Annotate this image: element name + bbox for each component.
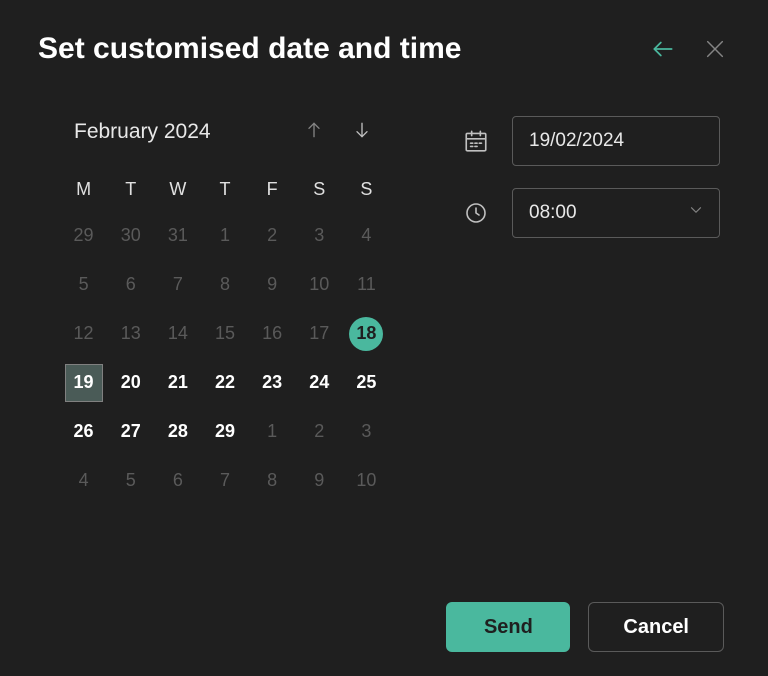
calendar-day: 4	[60, 456, 107, 505]
day-of-week-header: S	[296, 167, 343, 211]
calendar-day[interactable]: 27	[107, 407, 154, 456]
day-of-week-header: T	[201, 167, 248, 211]
calendar-day: 14	[154, 309, 201, 358]
send-button[interactable]: Send	[446, 602, 570, 652]
calendar-day: 2	[296, 407, 343, 456]
calendar-day[interactable]: 26	[60, 407, 107, 456]
arrow-left-icon	[650, 36, 676, 62]
dialog-title: Set customised date and time	[38, 32, 461, 66]
calendar-day: 10	[296, 260, 343, 309]
calendar: February 2024 MTWTFSS2930311234567891011…	[60, 116, 390, 505]
calendar-day: 16	[249, 309, 296, 358]
date-input[interactable]: 19/02/2024	[512, 116, 720, 166]
day-of-week-header: T	[107, 167, 154, 211]
calendar-day[interactable]: 28	[154, 407, 201, 456]
calendar-day: 17	[296, 309, 343, 358]
close-button[interactable]	[704, 38, 726, 60]
calendar-day[interactable]: 23	[249, 358, 296, 407]
calendar-day: 8	[201, 260, 248, 309]
time-select[interactable]: 08:00	[512, 188, 720, 238]
calendar-day[interactable]: 22	[201, 358, 248, 407]
calendar-day[interactable]: 24	[296, 358, 343, 407]
calendar-day[interactable]: 18	[343, 309, 390, 358]
calendar-day: 9	[249, 260, 296, 309]
calendar-day: 3	[343, 407, 390, 456]
date-value: 19/02/2024	[529, 130, 624, 152]
calendar-day: 1	[249, 407, 296, 456]
calendar-day: 29	[60, 211, 107, 260]
day-of-week-header: F	[249, 167, 296, 211]
calendar-day: 10	[343, 456, 390, 505]
calendar-day: 13	[107, 309, 154, 358]
calendar-day: 12	[60, 309, 107, 358]
cancel-button[interactable]: Cancel	[588, 602, 724, 652]
calendar-day: 30	[107, 211, 154, 260]
clock-icon	[462, 201, 490, 225]
time-value: 08:00	[529, 202, 577, 224]
calendar-day: 8	[249, 456, 296, 505]
calendar-day[interactable]: 19	[60, 358, 107, 407]
prev-month-button[interactable]	[300, 116, 328, 147]
calendar-day: 2	[249, 211, 296, 260]
calendar-day: 5	[107, 456, 154, 505]
arrow-up-icon	[304, 120, 324, 140]
calendar-day[interactable]: 20	[107, 358, 154, 407]
calendar-day: 15	[201, 309, 248, 358]
calendar-day: 11	[343, 260, 390, 309]
calendar-day: 9	[296, 456, 343, 505]
calendar-day: 7	[154, 260, 201, 309]
calendar-day: 4	[343, 211, 390, 260]
calendar-day: 5	[60, 260, 107, 309]
calendar-day[interactable]: 29	[201, 407, 248, 456]
month-label[interactable]: February 2024	[74, 120, 211, 144]
chevron-down-icon	[687, 201, 705, 225]
close-icon	[704, 38, 726, 60]
arrow-down-icon	[352, 120, 372, 140]
calendar-day: 1	[201, 211, 248, 260]
day-of-week-header: M	[60, 167, 107, 211]
calendar-day: 31	[154, 211, 201, 260]
day-of-week-header: S	[343, 167, 390, 211]
next-month-button[interactable]	[348, 116, 376, 147]
calendar-day: 3	[296, 211, 343, 260]
calendar-icon	[462, 128, 490, 154]
calendar-day: 6	[154, 456, 201, 505]
calendar-day[interactable]: 21	[154, 358, 201, 407]
calendar-day: 7	[201, 456, 248, 505]
day-of-week-header: W	[154, 167, 201, 211]
calendar-day[interactable]: 25	[343, 358, 390, 407]
back-button[interactable]	[650, 36, 676, 62]
calendar-day: 6	[107, 260, 154, 309]
